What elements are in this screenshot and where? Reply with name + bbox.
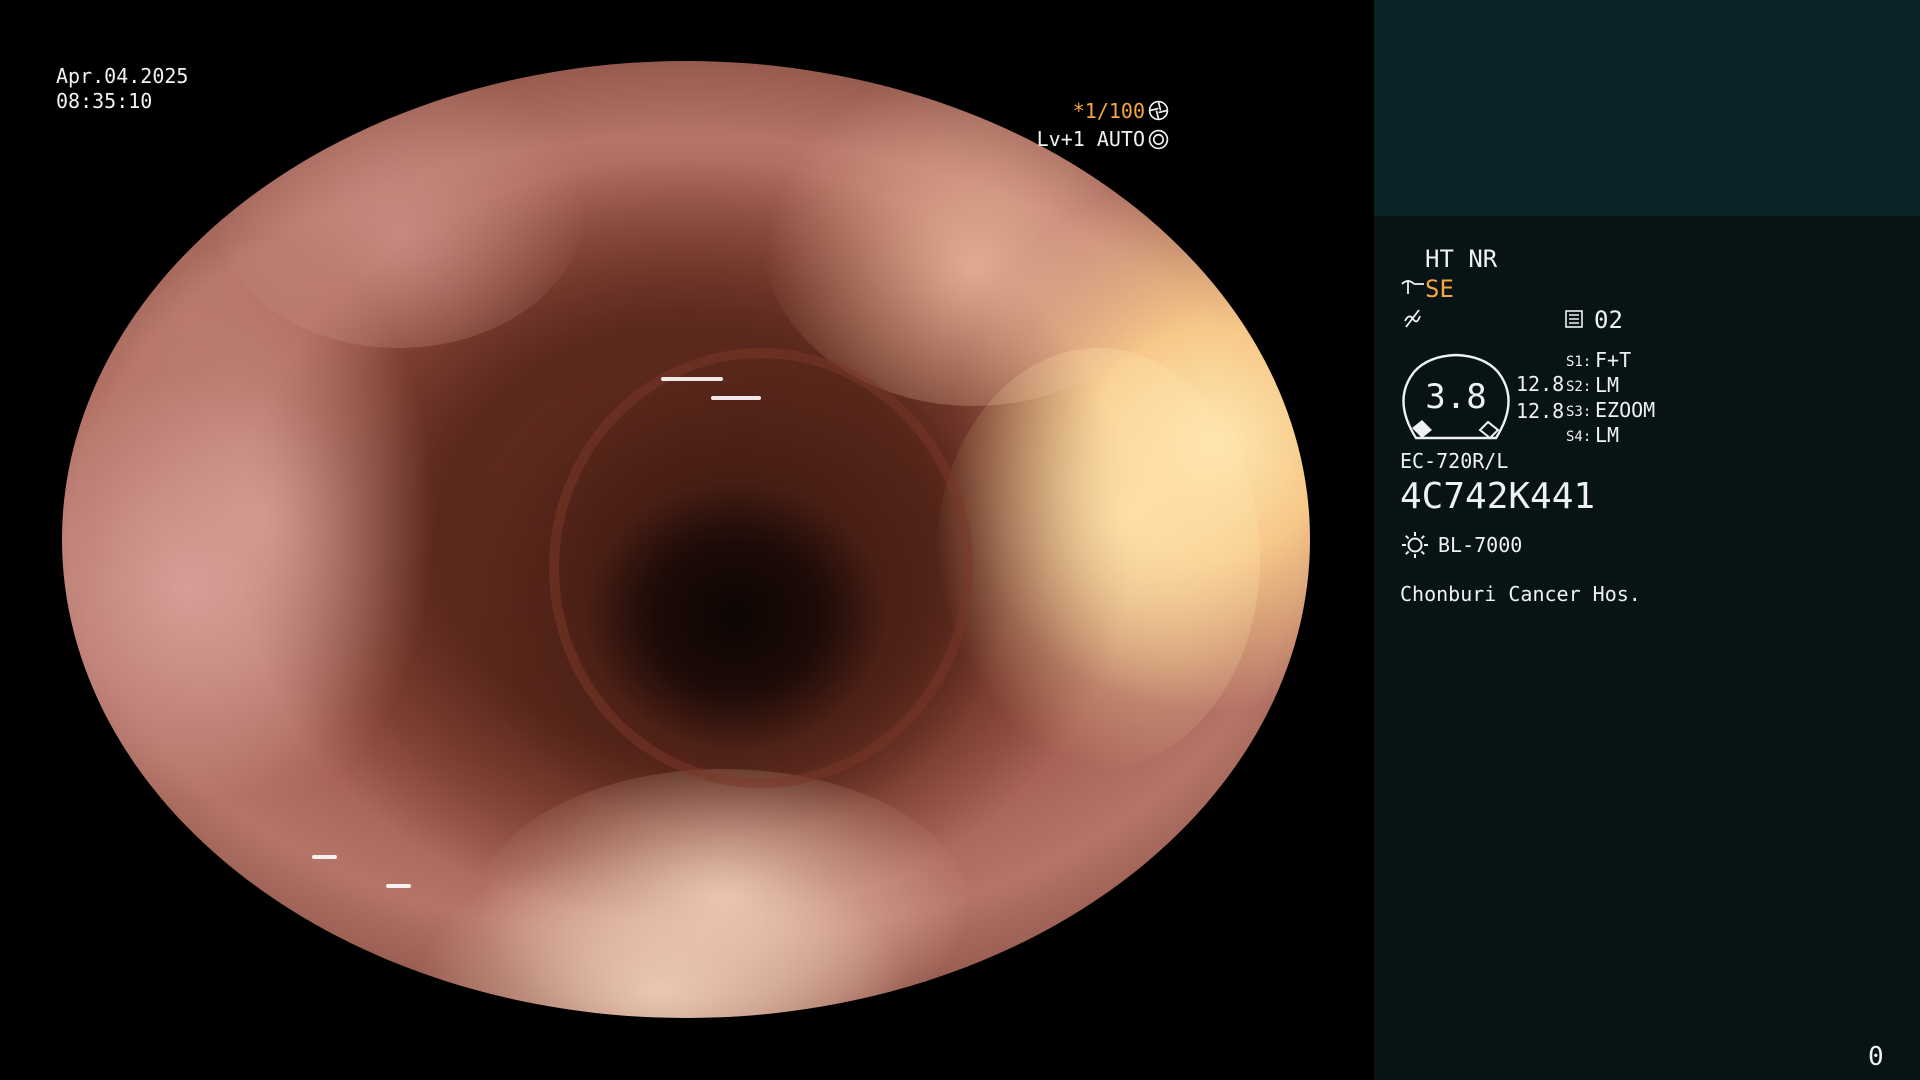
scope-serial: 4C742K441 xyxy=(1400,476,1596,517)
ht-nr-mode: HT NR xyxy=(1425,245,1498,273)
shutter-speed: *1/100 xyxy=(1072,99,1145,123)
mucosa-fold xyxy=(473,769,974,1018)
switch-2-value: LM xyxy=(1595,373,1620,397)
measurement-value-2: 12.8 xyxy=(1516,399,1565,423)
image-counter: 0 xyxy=(1868,1042,1884,1072)
shutter-icon xyxy=(1148,100,1169,121)
se-icon xyxy=(1401,280,1424,294)
switch-1-label: S1: xyxy=(1566,354,1592,370)
date-display: Apr.04.2025 xyxy=(56,64,189,88)
freeze-icon xyxy=(1404,309,1421,328)
switch-2-label: S2: xyxy=(1566,379,1592,395)
lumen-ring xyxy=(548,348,974,789)
light-reflection xyxy=(661,376,724,381)
switch-4-label: S4: xyxy=(1566,429,1592,445)
light-source-model: BL-7000 xyxy=(1438,533,1523,557)
mucosa-fold xyxy=(935,348,1261,770)
light-reflection xyxy=(386,884,412,889)
document-number: 02 xyxy=(1594,306,1623,334)
info-panel-header xyxy=(1374,0,1920,216)
endoscopic-view xyxy=(62,61,1310,1018)
time-display: 08:35:10 xyxy=(56,89,153,113)
info-panel xyxy=(1374,216,1920,1080)
mucosa-fold xyxy=(86,233,437,808)
document-icon xyxy=(1565,310,1583,328)
hospital-name: Chonburi Cancer Hos. xyxy=(1400,582,1641,606)
light-source-icon xyxy=(1402,532,1428,558)
scope-model: EC-720R/L xyxy=(1400,449,1509,473)
switch-4-value: LM xyxy=(1595,423,1620,447)
light-reflection xyxy=(710,395,761,400)
measurement-value-1: 12.8 xyxy=(1516,372,1565,396)
auto-icon xyxy=(1148,129,1169,150)
structure-enhancement: SE xyxy=(1425,275,1454,303)
switch-3-label: S3: xyxy=(1566,404,1592,420)
switch-1-value: F+T xyxy=(1595,348,1632,372)
light-reflection xyxy=(311,855,337,860)
brightness-level: Lv+1 AUTO xyxy=(1036,127,1145,151)
switch-3-value: EZOOM xyxy=(1595,398,1656,422)
gauge-value: 3.8 xyxy=(1425,377,1487,417)
